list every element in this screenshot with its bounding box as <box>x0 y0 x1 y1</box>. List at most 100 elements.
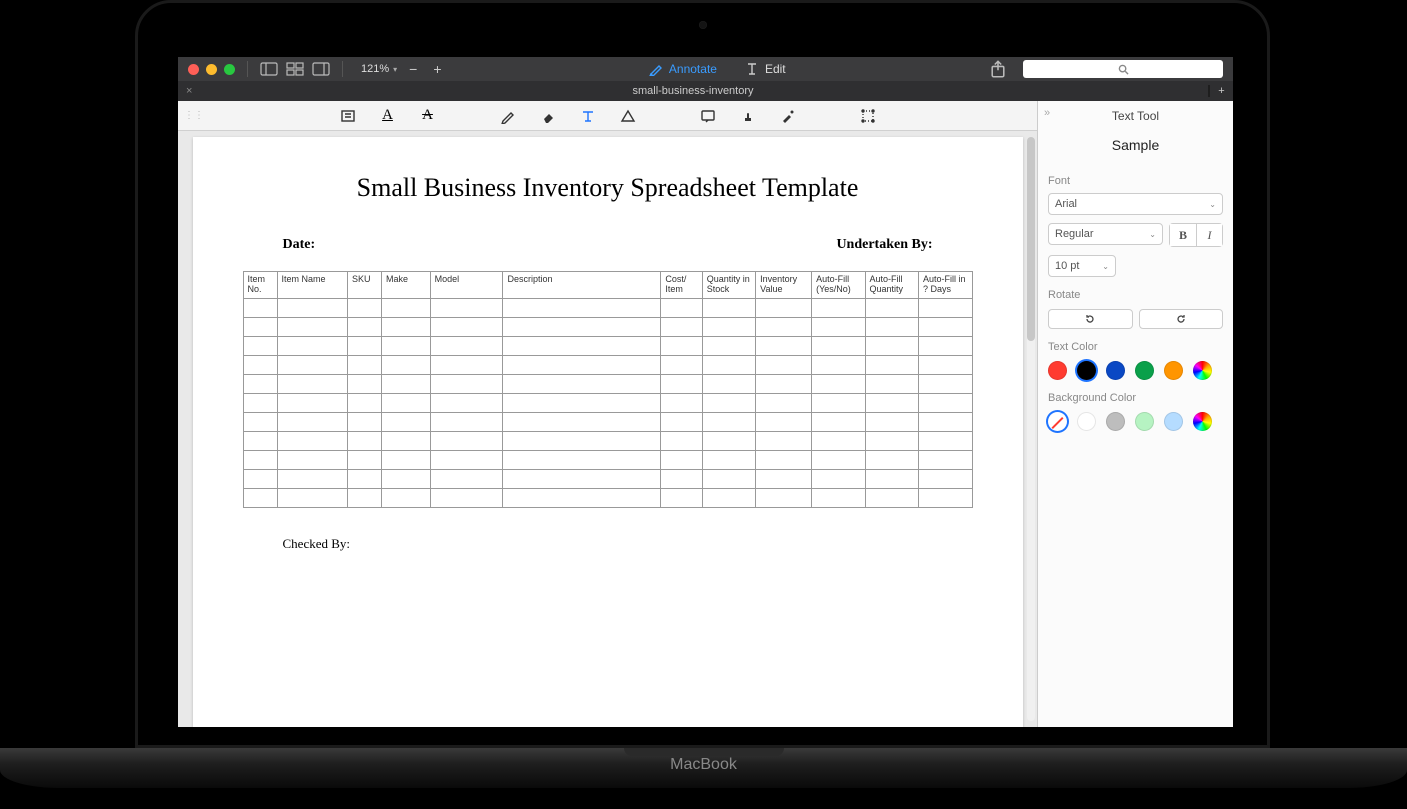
table-cell[interactable] <box>503 469 661 488</box>
underline-text-icon[interactable]: A <box>379 107 397 125</box>
table-cell[interactable] <box>918 431 972 450</box>
table-cell[interactable] <box>865 336 918 355</box>
table-cell[interactable] <box>865 469 918 488</box>
table-cell[interactable] <box>702 431 755 450</box>
table-cell[interactable] <box>430 469 503 488</box>
table-cell[interactable] <box>661 488 702 507</box>
zoom-level[interactable]: 121% ▾ <box>361 63 397 75</box>
table-cell[interactable] <box>347 355 381 374</box>
eraser-icon[interactable] <box>539 107 557 125</box>
italic-button[interactable]: I <box>1196 224 1222 246</box>
font-family-select[interactable]: Arial ⌄ <box>1048 193 1223 215</box>
table-cell[interactable] <box>430 355 503 374</box>
table-cell[interactable] <box>277 469 347 488</box>
table-cell[interactable] <box>503 393 661 412</box>
window-minimize-button[interactable] <box>206 64 217 75</box>
table-cell[interactable] <box>661 431 702 450</box>
table-cell[interactable] <box>381 317 430 336</box>
table-cell[interactable] <box>918 336 972 355</box>
thumbnails-icon[interactable] <box>286 62 304 76</box>
table-cell[interactable] <box>865 412 918 431</box>
table-cell[interactable] <box>430 412 503 431</box>
tab-close-button[interactable]: × <box>186 85 192 97</box>
table-cell[interactable] <box>243 336 277 355</box>
table-cell[interactable] <box>661 450 702 469</box>
table-cell[interactable] <box>503 336 661 355</box>
table-cell[interactable] <box>756 355 812 374</box>
table-cell[interactable] <box>918 374 972 393</box>
table-cell[interactable] <box>347 336 381 355</box>
table-cell[interactable] <box>661 393 702 412</box>
sidebar-left-toggle-icon[interactable] <box>260 62 278 76</box>
text-color-swatch[interactable] <box>1077 361 1096 380</box>
table-cell[interactable] <box>812 393 865 412</box>
table-cell[interactable] <box>756 450 812 469</box>
table-cell[interactable] <box>702 469 755 488</box>
selection-icon[interactable] <box>859 107 877 125</box>
table-cell[interactable] <box>277 450 347 469</box>
table-cell[interactable] <box>812 431 865 450</box>
table-cell[interactable] <box>661 469 702 488</box>
table-cell[interactable] <box>812 450 865 469</box>
table-cell[interactable] <box>243 355 277 374</box>
table-cell[interactable] <box>812 298 865 317</box>
table-cell[interactable] <box>381 469 430 488</box>
table-cell[interactable] <box>756 431 812 450</box>
table-cell[interactable] <box>347 469 381 488</box>
table-cell[interactable] <box>243 317 277 336</box>
table-cell[interactable] <box>702 374 755 393</box>
table-cell[interactable] <box>918 488 972 507</box>
window-zoom-button[interactable] <box>224 64 235 75</box>
table-cell[interactable] <box>243 488 277 507</box>
table-cell[interactable] <box>430 336 503 355</box>
table-cell[interactable] <box>381 298 430 317</box>
table-cell[interactable] <box>812 374 865 393</box>
table-cell[interactable] <box>277 317 347 336</box>
table-cell[interactable] <box>277 355 347 374</box>
sidebar-right-toggle-icon[interactable] <box>312 62 330 76</box>
table-cell[interactable] <box>702 317 755 336</box>
table-cell[interactable] <box>918 355 972 374</box>
table-cell[interactable] <box>918 317 972 336</box>
table-cell[interactable] <box>812 336 865 355</box>
table-cell[interactable] <box>430 450 503 469</box>
table-cell[interactable] <box>812 317 865 336</box>
bg-color-custom-swatch[interactable] <box>1193 412 1212 431</box>
table-cell[interactable] <box>865 431 918 450</box>
text-color-custom-swatch[interactable] <box>1193 361 1212 380</box>
table-cell[interactable] <box>381 393 430 412</box>
rotate-ccw-button[interactable] <box>1048 309 1133 329</box>
table-cell[interactable] <box>277 336 347 355</box>
table-cell[interactable] <box>243 393 277 412</box>
table-cell[interactable] <box>277 431 347 450</box>
strikethrough-text-icon[interactable]: A <box>419 107 437 125</box>
table-cell[interactable] <box>430 298 503 317</box>
sidebar-collapse-icon[interactable]: » <box>1044 107 1050 119</box>
annotate-mode-button[interactable]: Annotate <box>639 62 727 76</box>
table-cell[interactable] <box>277 488 347 507</box>
table-cell[interactable] <box>865 317 918 336</box>
table-cell[interactable] <box>430 317 503 336</box>
edit-mode-button[interactable]: Edit <box>735 62 796 76</box>
table-cell[interactable] <box>243 298 277 317</box>
table-cell[interactable] <box>702 355 755 374</box>
table-cell[interactable] <box>661 298 702 317</box>
table-cell[interactable] <box>277 374 347 393</box>
stamp-icon[interactable] <box>739 107 757 125</box>
table-cell[interactable] <box>812 412 865 431</box>
table-cell[interactable] <box>661 317 702 336</box>
table-cell[interactable] <box>430 374 503 393</box>
pencil-icon[interactable] <box>499 107 517 125</box>
search-field[interactable] <box>1023 60 1223 78</box>
bg-color-swatch[interactable] <box>1077 412 1096 431</box>
note-icon[interactable] <box>699 107 717 125</box>
text-color-swatch[interactable] <box>1135 361 1154 380</box>
table-cell[interactable] <box>865 298 918 317</box>
table-cell[interactable] <box>503 317 661 336</box>
table-cell[interactable] <box>503 298 661 317</box>
bg-color-swatch[interactable] <box>1135 412 1154 431</box>
table-cell[interactable] <box>243 412 277 431</box>
table-cell[interactable] <box>812 469 865 488</box>
shape-icon[interactable] <box>619 107 637 125</box>
table-cell[interactable] <box>381 431 430 450</box>
